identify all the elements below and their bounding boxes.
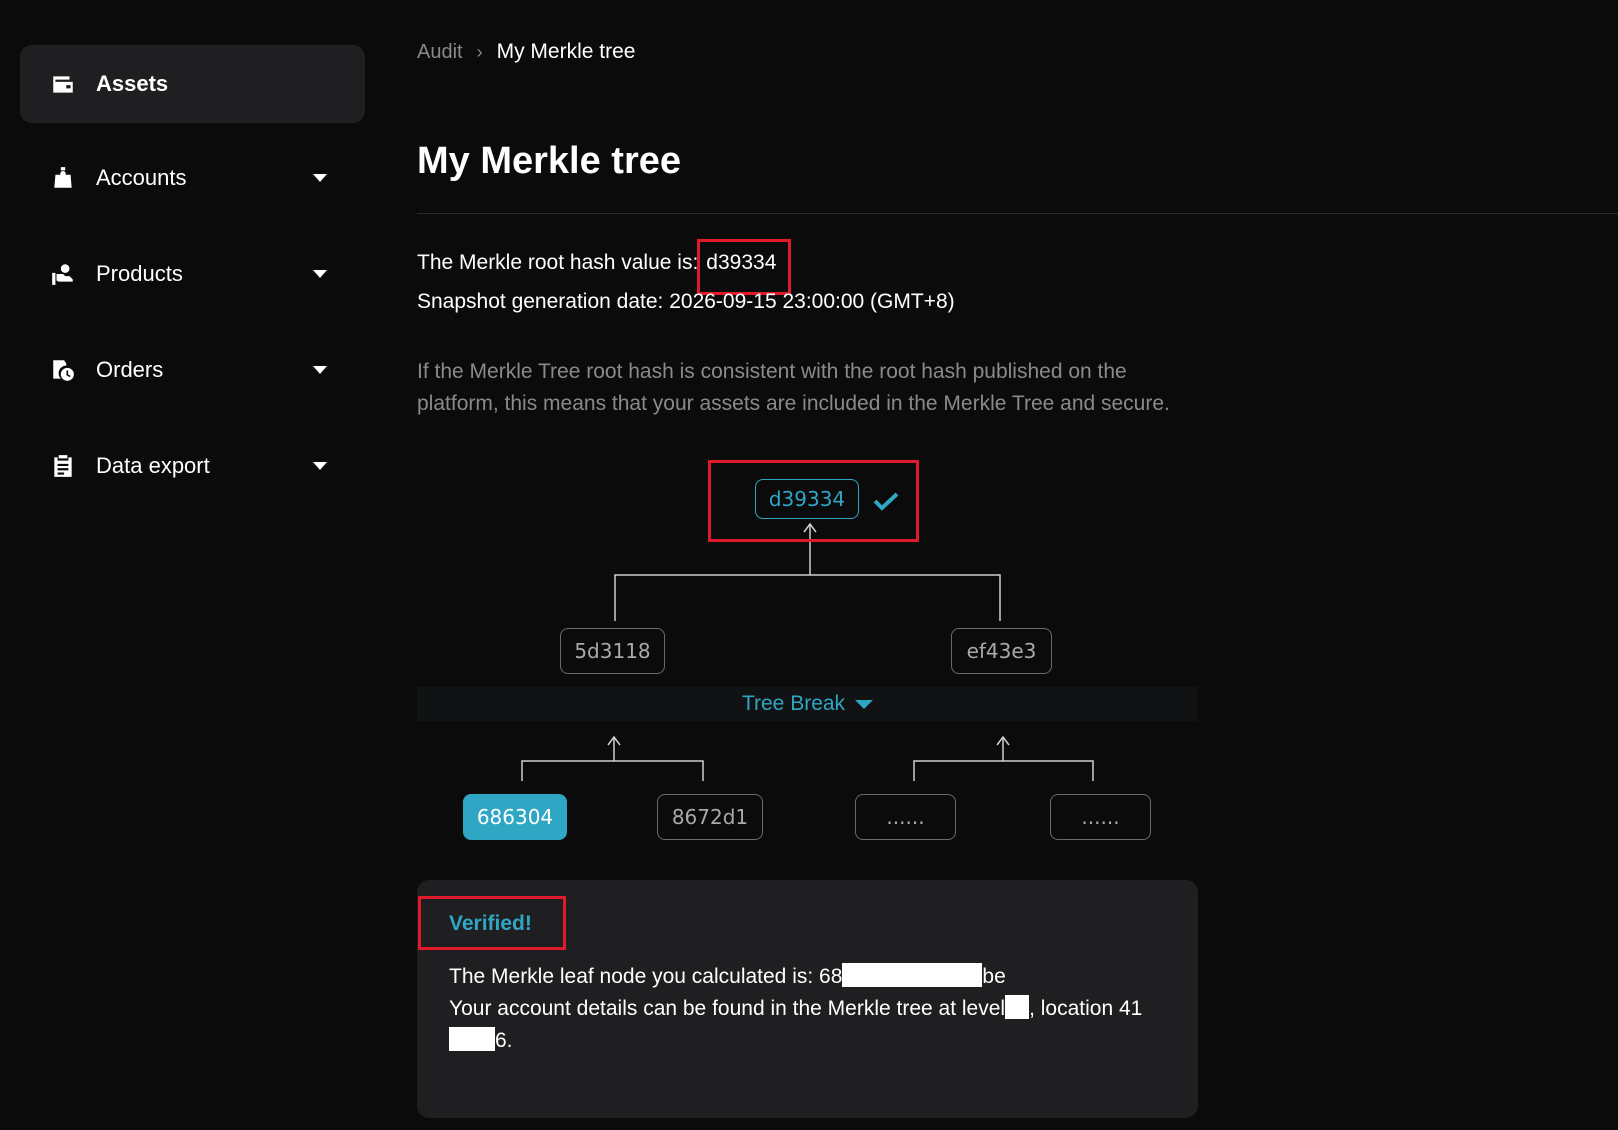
location-num-start: 41 bbox=[1118, 997, 1143, 1020]
sidebar-item-label: Assets bbox=[96, 71, 169, 96]
sidebar-item-accounts[interactable]: Accounts bbox=[20, 139, 365, 217]
redaction-block bbox=[842, 963, 983, 987]
tree-leaf-user-node: 686304 bbox=[463, 794, 567, 840]
sidebar-item-label: Accounts bbox=[96, 165, 187, 190]
user-icon bbox=[50, 165, 76, 191]
verified-status: Verified! bbox=[449, 912, 532, 935]
chevron-down-icon bbox=[313, 462, 327, 470]
sidebar-item-data-export[interactable]: Data export bbox=[20, 427, 365, 505]
tree-leaf-node: 8672d1 bbox=[657, 794, 763, 840]
chevron-right-icon: › bbox=[476, 41, 483, 62]
root-hash-value: d39334 bbox=[697, 239, 792, 295]
sidebar-item-label: Orders bbox=[96, 357, 164, 382]
hand-coin-icon bbox=[50, 261, 76, 287]
tree-node-level1-left: 5d3118 bbox=[560, 628, 665, 674]
check-icon bbox=[873, 492, 899, 511]
sidebar-item-label: Products bbox=[96, 261, 183, 286]
verification-details: The Merkle leaf node you calculated is: … bbox=[449, 961, 1169, 1057]
wallet-icon bbox=[50, 71, 76, 97]
tree-break-label: Tree Break bbox=[741, 692, 846, 715]
snapshot-date-line: Snapshot generation date: 2026-09-15 23:… bbox=[417, 290, 955, 314]
page-title: My Merkle tree bbox=[417, 140, 682, 182]
breadcrumb-audit-link[interactable]: Audit bbox=[417, 41, 463, 64]
main-content: Audit › My Merkle tree My Merkle tree Th… bbox=[417, 0, 1618, 1130]
sidebar-item-products[interactable]: Products bbox=[20, 235, 365, 313]
tree-root-node: d39334 bbox=[755, 479, 859, 519]
location-prefix: Your account details can be found in the… bbox=[449, 997, 1006, 1020]
location-mid: , location bbox=[1029, 997, 1114, 1020]
sidebar: Assets Accounts Products Orders Data exp… bbox=[0, 0, 385, 1130]
merkle-tree-diagram: d39334 5d3118 ef43e3 Tree Break 686304 8… bbox=[417, 455, 1198, 855]
chevron-down-icon bbox=[313, 366, 327, 374]
breadcrumb: Audit › My Merkle tree bbox=[417, 40, 635, 64]
description-text: If the Merkle Tree root hash is consiste… bbox=[417, 360, 1170, 415]
tree-leaf-node: ...... bbox=[855, 794, 956, 840]
tree-leaf-node: ...... bbox=[1050, 794, 1151, 840]
snapshot-label: Snapshot generation date: bbox=[417, 290, 664, 313]
verification-result-panel: Verified! The Merkle leaf node you calcu… bbox=[417, 880, 1198, 1118]
breadcrumb-current: My Merkle tree bbox=[496, 40, 636, 63]
root-hash-line: The Merkle root hash value is: d39334 bbox=[417, 239, 792, 295]
chevron-down-icon bbox=[313, 270, 327, 278]
leaf-node-suffix: be bbox=[982, 965, 1006, 988]
tree-break-toggle[interactable]: Tree Break bbox=[417, 687, 1198, 721]
tree-node-level1-right: ef43e3 bbox=[951, 628, 1052, 674]
redaction-block bbox=[1005, 995, 1030, 1019]
snapshot-date: 2026-09-15 23:00:00 (GMT+8) bbox=[669, 290, 955, 313]
sidebar-item-orders[interactable]: Orders bbox=[20, 331, 365, 409]
sidebar-item-assets[interactable]: Assets bbox=[20, 45, 365, 123]
leaf-node-prefix: The Merkle leaf node you calculated is: … bbox=[449, 965, 843, 988]
sidebar-item-label: Data export bbox=[96, 453, 210, 478]
divider bbox=[417, 213, 1618, 214]
redaction-block bbox=[449, 1027, 495, 1051]
chevron-down-icon bbox=[313, 174, 327, 182]
order-clock-icon bbox=[50, 357, 76, 383]
leaf-node-line: The Merkle leaf node you calculated is: … bbox=[449, 961, 1169, 993]
clipboard-icon bbox=[50, 453, 76, 479]
location-num-end: 6. bbox=[495, 1029, 513, 1052]
location-line: Your account details can be found in the… bbox=[449, 993, 1169, 1057]
caret-down-icon bbox=[855, 699, 874, 709]
root-hash-label: The Merkle root hash value is: bbox=[417, 251, 699, 274]
